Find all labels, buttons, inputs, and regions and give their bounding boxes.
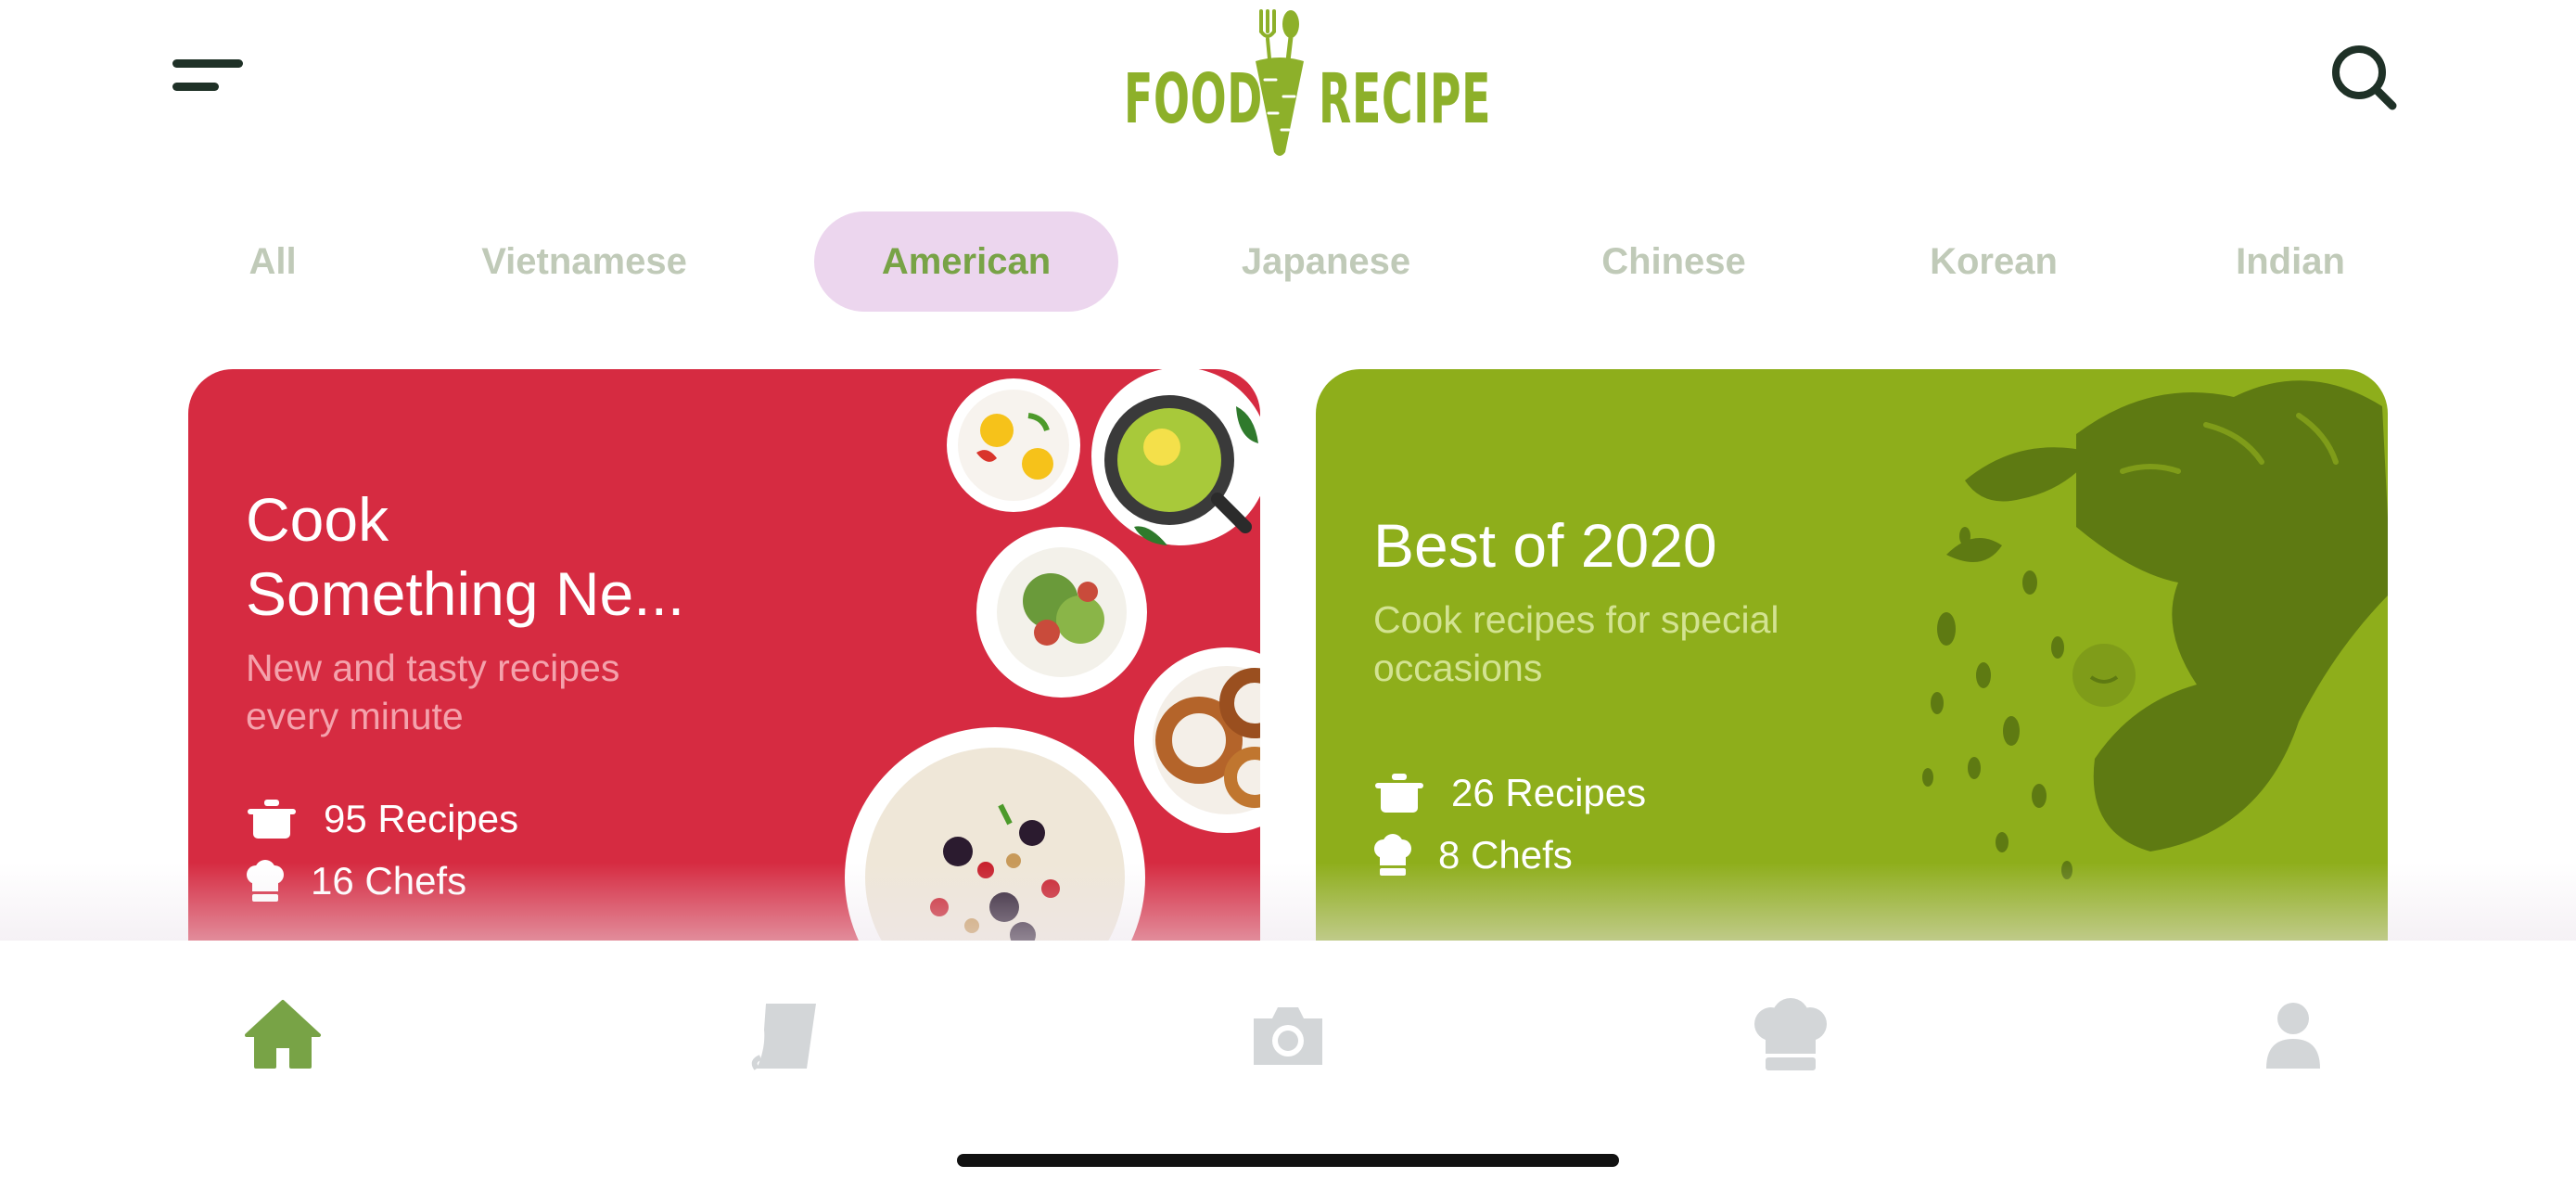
card-subtitle-line2: every minute — [246, 695, 464, 737]
card-title: Best of 2020 — [1373, 511, 1717, 580]
card-title-line1: Cook — [246, 485, 389, 554]
chefs-count-text: 8 Chefs — [1438, 833, 1573, 877]
app-header: FOOD RECIPE — [0, 0, 2576, 186]
recipe-book-icon[interactable] — [744, 992, 827, 1076]
tab-american[interactable]: American — [814, 211, 1118, 312]
camera-icon[interactable] — [1246, 992, 1330, 1076]
tab-korean[interactable]: Korean — [1892, 211, 2096, 312]
tab-indian[interactable]: Indian — [2188, 211, 2392, 312]
chefs-count: 8 Chefs — [1373, 827, 1573, 883]
chef-hat-icon — [247, 860, 284, 902]
tab-all[interactable]: All — [198, 211, 347, 312]
tab-vietnamese[interactable]: Vietnamese — [436, 211, 733, 312]
hamburger-menu-icon[interactable] — [172, 56, 247, 102]
home-icon[interactable] — [241, 992, 325, 1076]
pot-icon — [248, 800, 296, 839]
chef-hat-icon — [1374, 834, 1411, 876]
recipes-count-text: 95 Recipes — [324, 797, 519, 840]
profile-icon[interactable] — [2251, 992, 2335, 1076]
tab-japanese[interactable]: Japanese — [1196, 211, 1456, 312]
pot-icon — [1375, 774, 1423, 813]
card-subtitle-line1: Cook recipes for special — [1373, 598, 1779, 641]
category-tabs: All Vietnamese American Japanese Chinese… — [0, 211, 2576, 314]
collection-card-cook-something-new[interactable]: Cook Something Ne... New and tasty recip… — [188, 369, 1260, 944]
recipes-count: 95 Recipes — [246, 791, 518, 847]
chefs-count: 16 Chefs — [246, 853, 466, 909]
chefs-count-text: 16 Chefs — [311, 859, 467, 903]
recipes-count-text: 26 Recipes — [1451, 771, 1647, 814]
food-plates-illustration — [845, 369, 1260, 944]
chef-hat-icon[interactable] — [1749, 992, 1832, 1076]
card-subtitle-line2: occasions — [1373, 647, 1543, 689]
collection-card-best-of-2020[interactable]: Best of 2020 Cook recipes for special oc… — [1316, 369, 2388, 944]
card-subtitle-line1: New and tasty recipes — [246, 647, 620, 689]
tab-chinese[interactable]: Chinese — [1558, 211, 1790, 312]
app-logo: FOOD RECIPE — [1113, 4, 1490, 161]
search-icon[interactable] — [2327, 41, 2402, 115]
chef-pouring-pot-illustration — [1922, 380, 2388, 879]
card-title-line2: Something Ne... — [246, 559, 685, 628]
recipes-count: 26 Recipes — [1373, 765, 1646, 821]
home-indicator[interactable] — [957, 1154, 1619, 1167]
carrot-utensils-logo-icon — [1256, 9, 1304, 156]
logo-text-recipe: RECIPE — [1319, 59, 1492, 139]
